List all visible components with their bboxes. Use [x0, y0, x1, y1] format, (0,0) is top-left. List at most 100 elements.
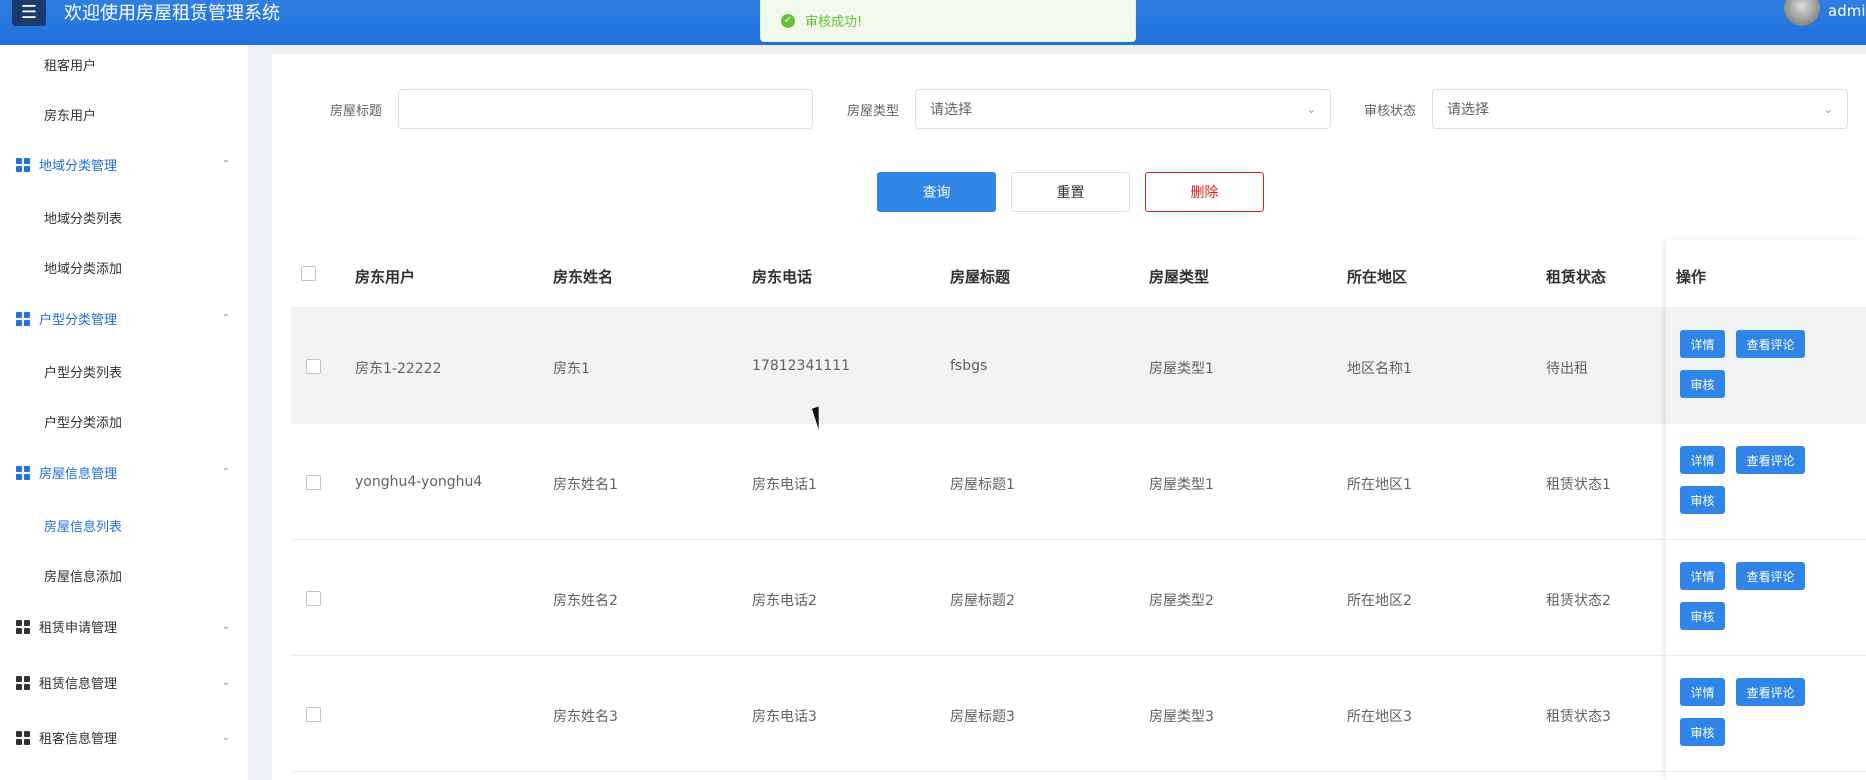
- view-comments-button[interactable]: 查看评论: [1736, 446, 1805, 474]
- cell-house-title: 房屋标题2: [950, 593, 1015, 609]
- cell-house-type: 房屋类型1: [1149, 477, 1214, 493]
- sidebar-group-label: 地域分类管理: [39, 159, 118, 174]
- cell-rent-status: 租赁状态2: [1546, 593, 1611, 609]
- success-toast: ✓ 审核成功!: [760, 0, 1136, 42]
- cell-house-type: 房屋类型2: [1149, 593, 1214, 609]
- col-landlord-user: 房东用户: [355, 268, 416, 286]
- cell-landlord-name: 房东姓名3: [553, 709, 618, 725]
- chevron-up-icon: ⌃: [221, 467, 230, 478]
- app-title: 欢迎使用房屋租赁管理系统: [64, 3, 280, 24]
- grid-icon: [16, 157, 30, 172]
- sidebar-item-house-add[interactable]: 房屋信息添加: [44, 566, 122, 585]
- audit-button[interactable]: 审核: [1680, 486, 1725, 514]
- sidebar-group-house[interactable]: 房屋信息管理 ⌃: [16, 463, 230, 482]
- reset-button[interactable]: 重置: [1011, 172, 1130, 212]
- cell-house-type: 房屋类型3: [1149, 709, 1214, 725]
- sidebar-item-region-add[interactable]: 地域分类添加: [44, 258, 122, 277]
- chevron-down-icon: ⌄: [1306, 102, 1316, 116]
- delete-button[interactable]: 删除: [1145, 172, 1264, 212]
- chevron-down-icon: ⌄: [221, 621, 230, 632]
- cell-region: 地区名称1: [1347, 361, 1412, 377]
- detail-button[interactable]: 详情: [1680, 446, 1725, 474]
- sidebar: 租客用户 房东用户 地域分类管理 ⌃ 地域分类列表 地域分类添加 户型分类管理 …: [0, 45, 248, 780]
- cell-house-title: 房屋标题1: [950, 477, 1015, 493]
- col-rent-status: 租赁状态: [1546, 268, 1607, 286]
- view-comments-button[interactable]: 查看评论: [1736, 562, 1805, 590]
- col-house-type: 房屋类型: [1149, 268, 1210, 286]
- view-comments-button[interactable]: 查看评论: [1736, 330, 1805, 358]
- select-all-checkbox[interactable]: [301, 266, 316, 281]
- cell-landlord-name: 房东姓名1: [553, 477, 618, 493]
- col-region: 所在地区: [1347, 268, 1408, 286]
- cell-house-title: 房屋标题3: [950, 709, 1015, 725]
- detail-button[interactable]: 详情: [1680, 562, 1725, 590]
- sidebar-item-landlord-users[interactable]: 房东用户: [44, 105, 96, 124]
- cell-house-type: 房屋类型1: [1149, 361, 1214, 377]
- col-landlord-name: 房东姓名: [553, 268, 614, 286]
- house-type-placeholder: 请选择: [930, 102, 972, 118]
- grid-icon: [16, 311, 30, 326]
- cell-region: 所在地区2: [1347, 593, 1412, 609]
- cell-landlord-phone: 17812341111: [752, 358, 850, 374]
- sidebar-item-layout-list[interactable]: 户型分类列表: [44, 362, 122, 381]
- cell-landlord-phone: 房东电话2: [752, 593, 817, 609]
- detail-button[interactable]: 详情: [1680, 678, 1725, 706]
- sidebar-group-label: 租赁申请管理: [39, 621, 118, 636]
- table-row[interactable]: 房东姓名3 房东电话3 房屋标题3 房屋类型3 所在地区3 租赁状态3 详情 查…: [291, 656, 1866, 772]
- row-checkbox[interactable]: [306, 359, 321, 374]
- table-row[interactable]: 房东姓名2 房东电话2 房屋标题2 房屋类型2 所在地区2 租赁状态2 详情 查…: [291, 540, 1866, 656]
- sidebar-group-tenant-info[interactable]: 租客信息管理 ⌄: [16, 728, 230, 747]
- house-type-label: 房屋类型: [847, 104, 900, 119]
- sidebar-item-tenant-users[interactable]: 租客用户: [44, 55, 96, 74]
- audit-button[interactable]: 审核: [1680, 370, 1725, 398]
- grid-icon: [16, 465, 30, 480]
- sidebar-group-rent-info[interactable]: 租赁信息管理 ⌄: [16, 673, 230, 692]
- sidebar-group-label: 户型分类管理: [39, 313, 118, 328]
- row-checkbox[interactable]: [306, 475, 321, 490]
- detail-button[interactable]: 详情: [1680, 330, 1725, 358]
- sidebar-item-house-list[interactable]: 房屋信息列表: [44, 516, 122, 535]
- cell-region: 所在地区1: [1347, 477, 1412, 493]
- cell-landlord-name: 房东姓名2: [553, 593, 618, 609]
- cell-landlord-phone: 房东电话3: [752, 709, 817, 725]
- audit-status-select[interactable]: 请选择 ⌄: [1432, 89, 1848, 129]
- sidebar-group-label: 租客信息管理: [39, 732, 118, 747]
- cell-region: 所在地区3: [1347, 709, 1412, 725]
- user-name[interactable]: admin: [1828, 2, 1866, 20]
- audit-button[interactable]: 审核: [1680, 718, 1725, 746]
- cell-landlord-phone: 房东电话1: [752, 477, 817, 493]
- col-operations: 操作: [1676, 268, 1707, 286]
- grid-icon: [16, 675, 30, 690]
- row-checkbox[interactable]: [306, 707, 321, 722]
- sidebar-group-region[interactable]: 地域分类管理 ⌃: [16, 155, 230, 174]
- row-checkbox[interactable]: [306, 591, 321, 606]
- grid-icon: [16, 730, 30, 745]
- cell-landlord-user: 房东1-22222: [355, 361, 442, 377]
- house-type-select[interactable]: 请选择 ⌄: [915, 89, 1331, 129]
- hamburger-icon[interactable]: ☰: [12, 0, 46, 26]
- sidebar-item-region-list[interactable]: 地域分类列表: [44, 208, 122, 227]
- house-title-input[interactable]: [398, 89, 813, 129]
- sidebar-group-label: 房屋信息管理: [39, 467, 118, 482]
- sidebar-group-label: 租赁信息管理: [39, 677, 118, 692]
- table-row[interactable]: yonghu4-yonghu4 房东姓名1 房东电话1 房屋标题1 房屋类型1 …: [291, 424, 1866, 540]
- cell-landlord-user: yonghu4-yonghu4: [355, 474, 483, 490]
- table-header: 房东用户 房东姓名 房东电话 房屋标题 房屋类型 所在地区 租赁状态 操作: [291, 246, 1866, 308]
- cell-landlord-name: 房东1: [553, 361, 590, 377]
- cell-rent-status: 租赁状态3: [1546, 709, 1611, 725]
- chevron-down-icon: ⌄: [221, 677, 230, 688]
- chevron-up-icon: ⌃: [221, 159, 230, 170]
- avatar[interactable]: [1784, 0, 1820, 26]
- house-title-label: 房屋标题: [330, 104, 383, 119]
- col-landlord-phone: 房东电话: [752, 268, 813, 286]
- sidebar-group-layout[interactable]: 户型分类管理 ⌃: [16, 309, 230, 328]
- query-button[interactable]: 查询: [877, 172, 996, 212]
- table-row[interactable]: 房东1-22222 房东1 17812341111 fsbgs 房屋类型1 地区…: [291, 308, 1866, 424]
- sidebar-group-rent-apply[interactable]: 租赁申请管理 ⌄: [16, 617, 230, 636]
- chevron-down-icon: ⌄: [221, 732, 230, 743]
- cell-rent-status: 租赁状态1: [1546, 477, 1611, 493]
- audit-button[interactable]: 审核: [1680, 602, 1725, 630]
- audit-status-label: 审核状态: [1364, 104, 1417, 119]
- view-comments-button[interactable]: 查看评论: [1736, 678, 1805, 706]
- sidebar-item-layout-add[interactable]: 户型分类添加: [44, 412, 122, 431]
